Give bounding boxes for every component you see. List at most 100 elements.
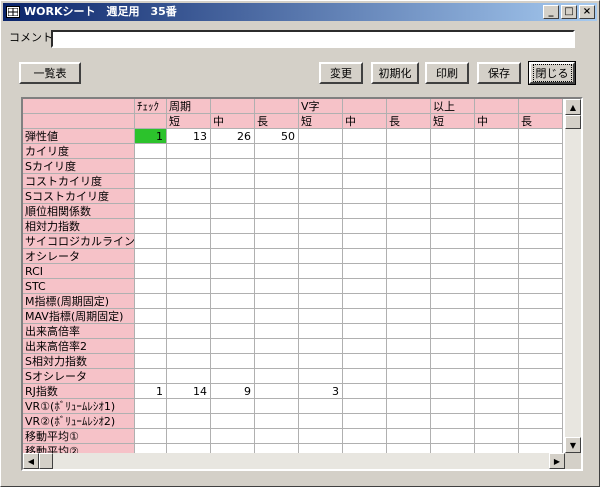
grid-cell[interactable]	[255, 189, 299, 204]
grid-cell[interactable]	[519, 234, 563, 249]
grid-cell[interactable]	[255, 174, 299, 189]
grid-cell[interactable]	[211, 159, 255, 174]
grid-cell[interactable]	[255, 384, 299, 399]
grid-cell[interactable]	[343, 159, 387, 174]
grid-cell[interactable]	[135, 204, 167, 219]
grid-cell[interactable]	[519, 309, 563, 324]
grid-cell[interactable]	[343, 219, 387, 234]
grid-cell[interactable]	[299, 159, 343, 174]
grid-cell[interactable]	[211, 264, 255, 279]
save-button[interactable]: 保存	[477, 62, 521, 84]
grid-cell[interactable]	[135, 369, 167, 384]
grid-cell[interactable]	[167, 189, 211, 204]
grid-cell[interactable]	[299, 144, 343, 159]
grid-cell[interactable]	[135, 444, 167, 453]
grid-cell[interactable]	[387, 144, 431, 159]
grid-cell[interactable]	[255, 204, 299, 219]
grid-cell[interactable]	[387, 189, 431, 204]
grid-cell[interactable]	[135, 174, 167, 189]
close-button[interactable]: 閉じる	[528, 61, 576, 85]
grid-cell[interactable]	[255, 249, 299, 264]
grid-cell[interactable]	[343, 354, 387, 369]
grid-cell[interactable]	[475, 249, 519, 264]
grid-cell[interactable]	[167, 264, 211, 279]
scroll-up-button[interactable]: ▲	[565, 99, 581, 115]
grid-cell[interactable]	[211, 309, 255, 324]
grid-cell[interactable]	[255, 279, 299, 294]
grid-cell[interactable]: 3	[299, 384, 343, 399]
grid-cell[interactable]	[343, 204, 387, 219]
grid-cell[interactable]	[519, 354, 563, 369]
grid-cell[interactable]	[475, 354, 519, 369]
grid-cell[interactable]	[475, 309, 519, 324]
grid-cell[interactable]	[211, 429, 255, 444]
grid-cell[interactable]	[431, 234, 475, 249]
grid-cell[interactable]	[387, 384, 431, 399]
grid-cell[interactable]	[343, 264, 387, 279]
grid-cell[interactable]	[343, 294, 387, 309]
maximize-button[interactable]: □	[561, 5, 577, 19]
horizontal-scroll-thumb[interactable]	[39, 453, 53, 469]
grid-cell[interactable]	[387, 369, 431, 384]
grid-cell[interactable]	[255, 444, 299, 453]
grid-cell[interactable]	[387, 309, 431, 324]
grid-cell[interactable]	[343, 249, 387, 264]
grid-cell[interactable]	[299, 294, 343, 309]
grid-cell[interactable]	[211, 189, 255, 204]
grid-cell[interactable]	[299, 369, 343, 384]
grid-cell[interactable]	[211, 369, 255, 384]
grid-cell[interactable]	[475, 279, 519, 294]
grid-cell[interactable]	[299, 189, 343, 204]
grid-cell[interactable]	[167, 159, 211, 174]
grid-cell[interactable]	[255, 324, 299, 339]
grid-cell[interactable]	[255, 429, 299, 444]
grid-cell[interactable]	[167, 279, 211, 294]
grid-cell[interactable]	[135, 429, 167, 444]
change-button[interactable]: 変更	[319, 62, 363, 84]
grid-cell[interactable]	[135, 189, 167, 204]
grid-cell[interactable]	[475, 444, 519, 453]
grid-cell[interactable]	[431, 219, 475, 234]
grid-cell[interactable]	[343, 369, 387, 384]
grid-cell[interactable]	[431, 174, 475, 189]
grid-cell[interactable]	[343, 429, 387, 444]
grid-cell[interactable]	[431, 279, 475, 294]
grid-cell[interactable]	[387, 414, 431, 429]
grid-cell[interactable]	[431, 129, 475, 144]
grid-cell[interactable]	[431, 354, 475, 369]
grid-cell[interactable]: 26	[211, 129, 255, 144]
grid-cell[interactable]	[475, 384, 519, 399]
grid-cell[interactable]	[255, 264, 299, 279]
grid-cell[interactable]	[431, 339, 475, 354]
grid-cell[interactable]	[167, 444, 211, 453]
grid-cell[interactable]: 1	[135, 384, 167, 399]
grid-cell[interactable]	[167, 339, 211, 354]
grid-cell[interactable]	[255, 144, 299, 159]
grid-cell[interactable]	[431, 249, 475, 264]
grid-cell[interactable]	[167, 144, 211, 159]
grid-cell[interactable]	[343, 414, 387, 429]
grid-cell[interactable]	[431, 324, 475, 339]
grid-cell[interactable]	[343, 234, 387, 249]
grid-cell[interactable]	[135, 354, 167, 369]
grid-cell[interactable]	[167, 249, 211, 264]
grid-cell[interactable]	[475, 369, 519, 384]
grid-cell[interactable]	[387, 294, 431, 309]
grid-cell[interactable]	[519, 174, 563, 189]
grid-cell[interactable]	[431, 444, 475, 453]
grid-cell[interactable]	[475, 189, 519, 204]
grid-cell[interactable]	[519, 414, 563, 429]
vertical-scrollbar[interactable]: ▲ ▼	[565, 99, 581, 453]
grid-cell[interactable]: 50	[255, 129, 299, 144]
grid-cell[interactable]	[135, 414, 167, 429]
grid-cell[interactable]	[431, 204, 475, 219]
grid-cell[interactable]	[431, 189, 475, 204]
print-button[interactable]: 印刷	[425, 62, 469, 84]
grid-cell[interactable]	[519, 219, 563, 234]
grid-cell[interactable]	[475, 219, 519, 234]
grid-cell[interactable]	[299, 309, 343, 324]
grid-cell[interactable]	[255, 414, 299, 429]
grid-cell[interactable]	[211, 294, 255, 309]
grid-cell[interactable]	[135, 234, 167, 249]
grid-cell[interactable]	[387, 249, 431, 264]
